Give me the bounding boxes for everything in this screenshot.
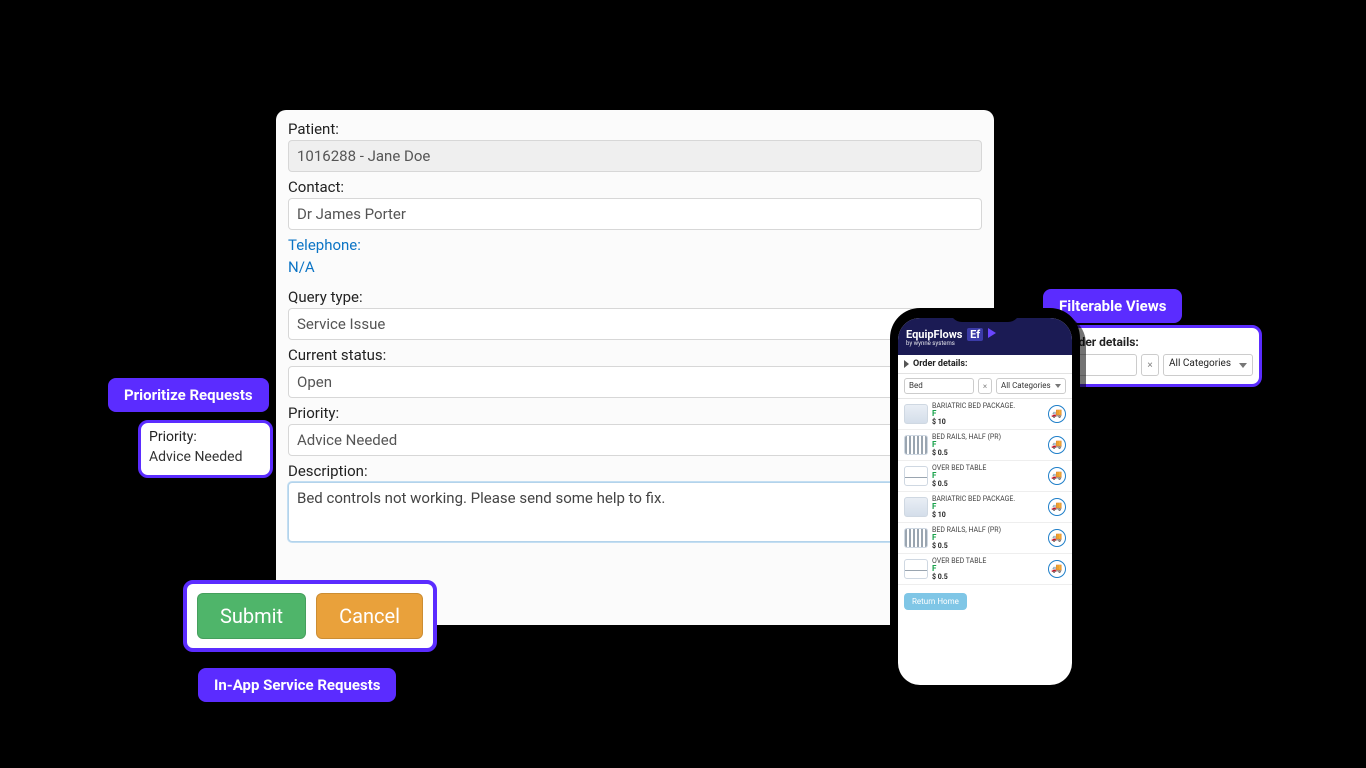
add-to-cart-button[interactable]: 🚚 [1048, 498, 1066, 516]
item-flag: F [932, 503, 1044, 511]
item-title: BED RAILS, HALF (PR) [932, 433, 1044, 441]
item-title: BED RAILS, HALF (PR) [932, 526, 1044, 534]
add-to-cart-button[interactable]: 🚚 [1048, 529, 1066, 547]
list-item[interactable]: OVER BED TABLEF$ 0.5 🚚 [898, 554, 1072, 585]
priority-callout-value: Advice Needed [149, 449, 262, 465]
patient-group: Patient: 1016288 - Jane Doe [288, 120, 982, 172]
status-label: Current status: [288, 346, 982, 364]
item-flag: F [932, 565, 1044, 573]
item-thumbnail [904, 528, 928, 548]
priority-callout-label: Priority: [149, 429, 262, 445]
telephone-value[interactable]: N/A [288, 256, 982, 282]
contact-group: Contact: Dr James Porter [288, 178, 982, 230]
return-home-button[interactable]: Return Home [904, 593, 967, 610]
phone-screen: EquipFlows Ef by wynne systems Order det… [898, 318, 1072, 685]
truck-icon: 🚚 [1051, 564, 1062, 574]
item-thumbnail [904, 435, 928, 455]
item-title: BARIATRIC BED PACKAGE. [932, 402, 1044, 410]
item-price: $ 10 [932, 511, 1044, 519]
item-info: BED RAILS, HALF (PR)F$ 0.5 [932, 526, 1044, 550]
brand-sub: by wynne systems [906, 340, 996, 347]
caret-right-icon [904, 360, 909, 368]
list-item[interactable]: BED RAILS, HALF (PR)F$ 0.5 🚚 [898, 523, 1072, 554]
contact-label: Contact: [288, 178, 982, 196]
list-item[interactable]: OVER BED TABLEF$ 0.5 🚚 [898, 461, 1072, 492]
contact-field[interactable]: Dr James Porter [288, 198, 982, 230]
item-price: $ 0.5 [932, 573, 1044, 581]
tablet-screen: Patient: 1016288 - Jane Doe Contact: Dr … [276, 110, 994, 625]
item-info: OVER BED TABLEF$ 0.5 [932, 464, 1044, 488]
item-list: BARIATRIC BED PACKAGE.F$ 10🚚BED RAILS, H… [898, 399, 1072, 585]
patient-field[interactable]: 1016288 - Jane Doe [288, 140, 982, 172]
fv-order-header[interactable]: Order details: [1053, 333, 1253, 354]
brand-triangle-icon [988, 328, 996, 338]
priority-field[interactable]: Advice Needed [288, 424, 982, 456]
fv-filter-bar: Bed × All Categories [1053, 354, 1253, 376]
query-type-label: Query type: [288, 288, 982, 306]
priority-label: Priority: [288, 404, 982, 422]
truck-icon: 🚚 [1051, 471, 1062, 481]
item-thumbnail [904, 559, 928, 579]
action-callout: Submit Cancel [183, 580, 437, 652]
description-field[interactable]: Bed controls not working. Please send so… [288, 482, 982, 542]
item-thumbnail [904, 497, 928, 517]
telephone-group: Telephone: N/A [288, 236, 982, 282]
phone-notch [950, 308, 1020, 322]
status-field[interactable]: Open [288, 366, 982, 398]
list-item[interactable]: BARIATRIC BED PACKAGE.F$ 10 🚚 [898, 492, 1072, 523]
item-info: OVER BED TABLEF$ 0.5 [932, 557, 1044, 581]
clear-search-button[interactable]: × [978, 378, 992, 394]
item-flag: F [932, 534, 1044, 542]
order-details-header[interactable]: Order details: [898, 355, 1072, 374]
fv-category-select[interactable]: All Categories [1163, 354, 1253, 376]
app-header: EquipFlows Ef by wynne systems [898, 318, 1072, 355]
cancel-button[interactable]: Cancel [316, 593, 423, 639]
item-flag: F [932, 472, 1044, 480]
add-to-cart-button[interactable]: 🚚 [1048, 405, 1066, 423]
list-item[interactable]: BARIATRIC BED PACKAGE.F$ 10 🚚 [898, 399, 1072, 430]
query-type-group: Query type: Service Issue [288, 288, 982, 340]
item-price: $ 0.5 [932, 449, 1044, 457]
item-flag: F [932, 441, 1044, 449]
item-title: BARIATRIC BED PACKAGE. [932, 495, 1044, 503]
submit-button[interactable]: Submit [197, 593, 306, 639]
prioritize-requests-pill: Prioritize Requests [108, 378, 269, 412]
description-group: Description: Bed controls not working. P… [288, 462, 982, 542]
item-thumbnail [904, 466, 928, 486]
item-flag: F [932, 410, 1044, 418]
truck-icon: 🚚 [1051, 533, 1062, 543]
fv-clear-button[interactable]: × [1141, 354, 1159, 376]
item-price: $ 0.5 [932, 480, 1044, 488]
query-type-field[interactable]: Service Issue [288, 308, 982, 340]
telephone-label: Telephone: [288, 236, 982, 254]
item-info: BARIATRIC BED PACKAGE.F$ 10 [932, 402, 1044, 426]
search-input[interactable]: Bed [904, 378, 974, 394]
item-title: OVER BED TABLE [932, 464, 1044, 472]
truck-icon: 🚚 [1051, 409, 1062, 419]
add-to-cart-button[interactable]: 🚚 [1048, 436, 1066, 454]
item-price: $ 0.5 [932, 542, 1044, 550]
priority-group: Priority: Advice Needed [288, 404, 982, 456]
category-select[interactable]: All Categories [996, 378, 1066, 394]
item-price: $ 10 [932, 418, 1044, 426]
add-to-cart-button[interactable]: 🚚 [1048, 467, 1066, 485]
item-info: BARIATRIC BED PACKAGE.F$ 10 [932, 495, 1044, 519]
add-to-cart-button[interactable]: 🚚 [1048, 560, 1066, 578]
truck-icon: 🚚 [1051, 502, 1062, 512]
list-item[interactable]: BED RAILS, HALF (PR)F$ 0.5 🚚 [898, 430, 1072, 461]
item-thumbnail [904, 404, 928, 424]
filter-bar: Bed × All Categories [898, 374, 1072, 399]
patient-label: Patient: [288, 120, 982, 138]
item-title: OVER BED TABLE [932, 557, 1044, 565]
phone-frame: EquipFlows Ef by wynne systems Order det… [890, 308, 1080, 693]
status-group: Current status: Open [288, 346, 982, 398]
order-details-title: Order details: [913, 359, 968, 369]
truck-icon: 🚚 [1051, 440, 1062, 450]
priority-callout: Priority: Advice Needed [138, 420, 273, 478]
item-info: BED RAILS, HALF (PR)F$ 0.5 [932, 433, 1044, 457]
description-label: Description: [288, 462, 982, 480]
in-app-service-requests-pill: In-App Service Requests [198, 668, 396, 702]
